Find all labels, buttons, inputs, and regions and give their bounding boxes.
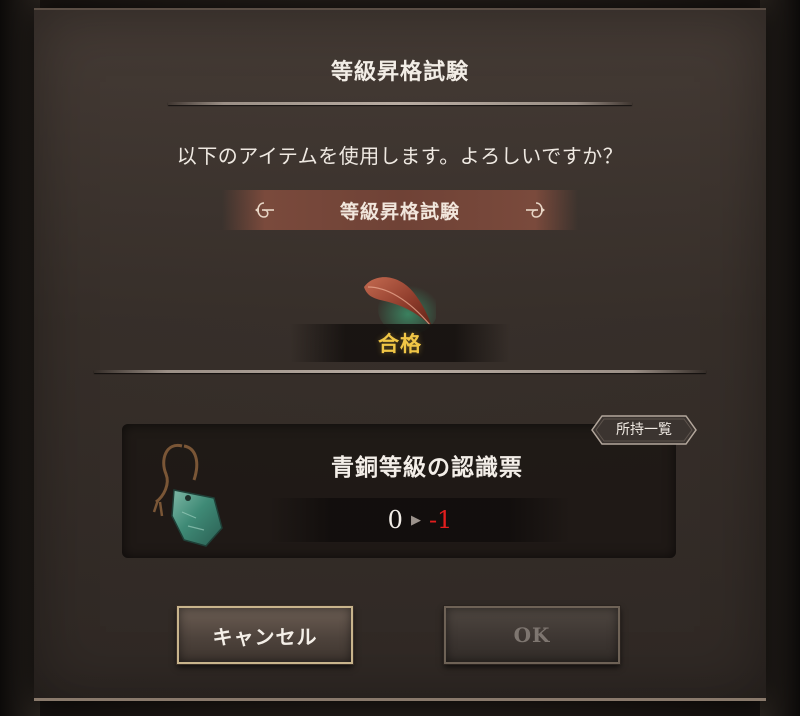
confirm-dialog: 等級昇格試験 以下のアイテムを使用します。よろしいですか？ 等級昇格試験 合格 … xyxy=(34,8,766,701)
owned-list-button[interactable]: 所持一覧 xyxy=(590,414,698,446)
item-count-change: 0 ▶ -1 xyxy=(270,498,570,542)
item-name: 青銅等級の認識票 xyxy=(331,455,523,481)
exam-banner-label: 等級昇格試験 xyxy=(339,200,460,223)
owned-list-label: 所持一覧 xyxy=(616,422,672,438)
section-divider xyxy=(94,370,706,373)
count-to: -1 xyxy=(428,506,453,534)
exam-banner: 等級昇格試験 xyxy=(222,190,578,230)
game-screen: 等級昇格試験 以下のアイテムを使用します。よろしいですか？ 等級昇格試験 合格 … xyxy=(0,0,800,716)
count-from: 0 xyxy=(387,506,403,534)
scroll-ornament-right-icon xyxy=(526,202,545,218)
title-divider xyxy=(168,102,632,105)
result-label: 合格 xyxy=(378,332,422,356)
bronze-tag-icon xyxy=(152,443,223,547)
ok-button[interactable]: OK xyxy=(444,606,620,664)
result-bar: 合格 xyxy=(290,324,510,362)
backdrop-right xyxy=(760,0,800,716)
scroll-ornament-left-icon xyxy=(255,202,274,218)
dialog-title: 等級昇格試験 xyxy=(330,60,469,85)
cancel-button[interactable]: キャンセル xyxy=(177,606,353,664)
triangle-right-icon: ▶ xyxy=(410,512,421,528)
confirm-question: 以下のアイテムを使用します。よろしいですか？ xyxy=(176,144,624,168)
